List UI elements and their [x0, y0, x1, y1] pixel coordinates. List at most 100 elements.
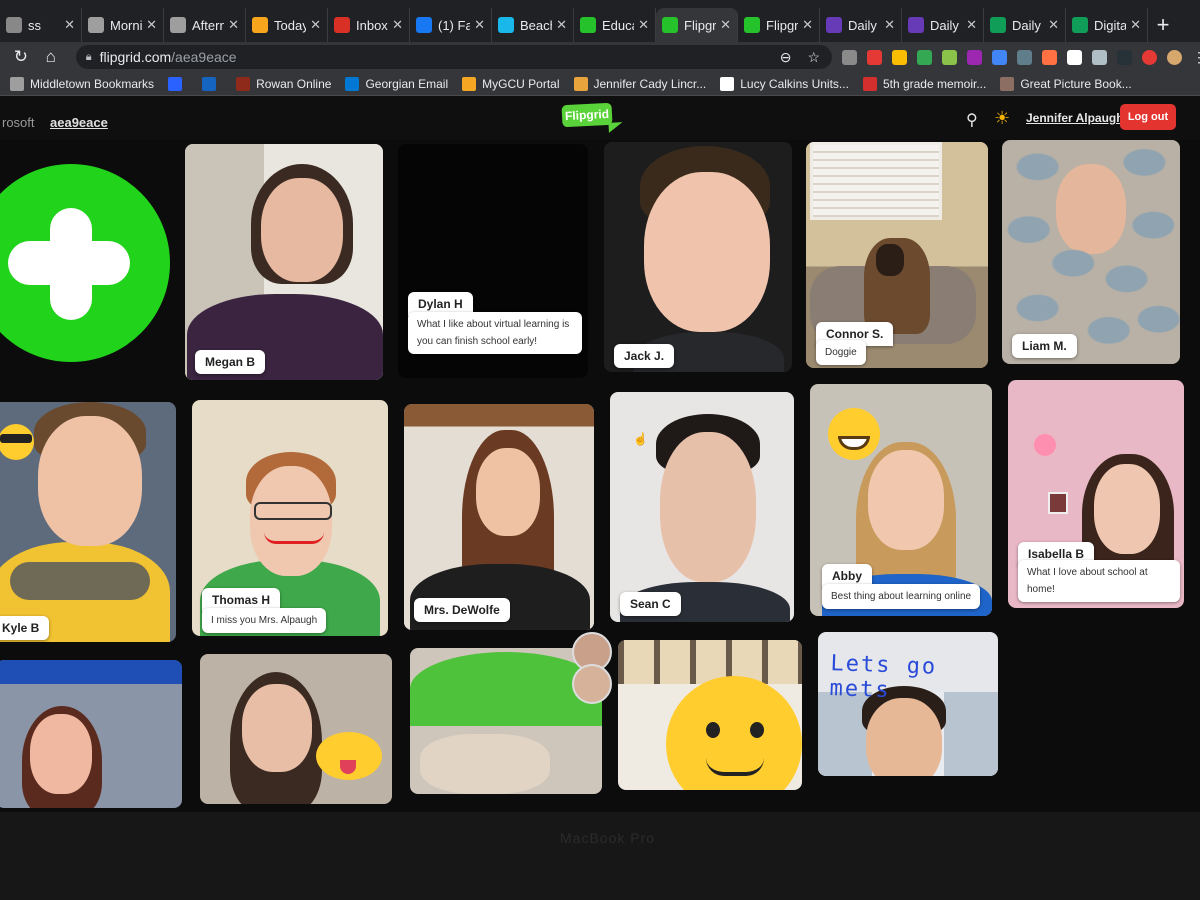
logout-button[interactable]: Log out: [1120, 104, 1176, 130]
bookmark-icon: [573, 76, 588, 91]
tab-title: Flipgr: [684, 17, 717, 33]
extension-icon[interactable]: [1092, 49, 1108, 65]
flipgrid-logo[interactable]: Flipgrid: [561, 102, 613, 128]
video-tile-thomas[interactable]: Thomas H I miss you Mrs. Alpaugh: [192, 400, 388, 636]
extension-icon[interactable]: [967, 49, 983, 65]
theme-sun-icon[interactable]: ☀: [994, 108, 1010, 129]
bookmark-icon: [862, 76, 877, 91]
tab-close-icon[interactable]: ✕: [884, 17, 895, 33]
bookmark-item[interactable]: 5th grade memoir...: [862, 76, 986, 91]
bookmark-item[interactable]: Great Picture Book...: [1000, 76, 1132, 91]
video-tile-megan[interactable]: Megan B: [185, 144, 383, 380]
video-tile-kyle[interactable]: Kyle B: [0, 402, 176, 642]
bookmark-star-icon[interactable]: ☆: [807, 49, 820, 66]
tab-close-icon[interactable]: ✕: [638, 17, 649, 33]
extension-icon[interactable]: [1017, 49, 1033, 65]
tab-close-icon[interactable]: ✕: [720, 17, 731, 33]
grid-code-link[interactable]: aea9eace: [50, 115, 108, 130]
video-tile-row3-5[interactable]: Lets go mets: [818, 632, 998, 776]
tab-close-icon[interactable]: ✕: [802, 17, 813, 33]
breadcrumb[interactable]: rosoft: [2, 115, 35, 130]
reload-icon[interactable]: ↻: [6, 47, 36, 67]
extension-icon[interactable]: [1117, 49, 1133, 65]
plus-icon-bar: [8, 241, 130, 285]
tab-close-icon[interactable]: ✕: [1130, 17, 1141, 33]
name-tag: Megan B: [195, 350, 266, 374]
browser-tab[interactable]: Flipgr ✕: [656, 8, 738, 42]
browser-tab[interactable]: Aftern ✕: [164, 8, 246, 42]
bookmark-label: Rowan Online: [256, 76, 332, 91]
video-tile-dylan[interactable]: Dylan H What I like about virtual learni…: [398, 144, 588, 378]
caption: What I love about school at home!: [1018, 560, 1180, 602]
user-name-link[interactable]: Jennifer Alpaugh: [1026, 111, 1124, 125]
browser-tab[interactable]: ss ✕: [0, 8, 82, 42]
video-tile-row3-2[interactable]: [200, 654, 392, 804]
browser-tab[interactable]: (1) Fa ✕: [410, 8, 492, 42]
tab-close-icon[interactable]: ✕: [966, 17, 977, 33]
new-tab-button[interactable]: +: [1148, 8, 1178, 42]
tab-close-icon[interactable]: ✕: [556, 17, 567, 33]
video-tile-row3-4[interactable]: [618, 640, 802, 790]
bookmark-item[interactable]: Georgian Email: [345, 76, 448, 91]
caption: Best thing about learning online: [822, 584, 981, 609]
grinning-emoji-icon: [828, 408, 880, 460]
search-icon[interactable]: ⚲: [966, 110, 978, 130]
menu-icon[interactable]: ⋮: [1192, 50, 1200, 65]
extension-icon[interactable]: [992, 49, 1008, 65]
video-tile-dewolfe[interactable]: Mrs. DeWolfe: [404, 404, 594, 630]
extension-icon[interactable]: [942, 49, 958, 65]
bookmark-item[interactable]: Jennifer Cady Lincr...: [573, 76, 707, 91]
drive-icon[interactable]: [892, 49, 908, 65]
video-tile-row3-3[interactable]: [410, 648, 602, 794]
bookmark-item[interactable]: Lucy Calkins Units...: [720, 76, 849, 91]
video-tile-liam[interactable]: Liam M.: [1002, 140, 1180, 364]
browser-tab[interactable]: Inbox ✕: [328, 8, 410, 42]
video-tile-connor[interactable]: Connor S. Doggie: [806, 142, 988, 368]
browser-tab[interactable]: Daily ✕: [820, 8, 902, 42]
tab-close-icon[interactable]: ✕: [64, 17, 75, 33]
browser-tab[interactable]: Today ✕: [246, 8, 328, 42]
tab-close-icon[interactable]: ✕: [474, 17, 485, 33]
extension-icon[interactable]: [842, 49, 858, 65]
browser-tab[interactable]: Flipgr ✕: [738, 8, 820, 42]
bookmark-label: Middletown Bookmarks: [30, 76, 155, 91]
bookmark-item[interactable]: Rowan Online: [236, 76, 332, 91]
bookmark-item[interactable]: [168, 76, 188, 91]
person-face: [30, 714, 92, 794]
home-icon[interactable]: ⌂: [36, 47, 66, 67]
profile-avatar-icon[interactable]: [1167, 49, 1183, 65]
browser-tab[interactable]: Beach ✕: [492, 8, 574, 42]
tab-title: Daily: [930, 17, 959, 33]
tab-title: Morni: [110, 17, 143, 33]
extension-icon[interactable]: [1042, 49, 1058, 65]
browser-tab[interactable]: Daily ✕: [902, 8, 984, 42]
address-bar[interactable]: 🔒︎ flipgrid.com/aea9eace ⊖ ☆: [75, 45, 833, 69]
bookmark-item[interactable]: MyGCU Portal: [462, 76, 560, 91]
bookmark-item[interactable]: Middletown Bookmarks: [10, 76, 155, 91]
extension-icon[interactable]: [1142, 49, 1158, 65]
extension-icon[interactable]: [867, 49, 883, 65]
tab-title: Beach: [520, 17, 552, 33]
extension-icon[interactable]: [917, 49, 933, 65]
tab-close-icon[interactable]: ✕: [310, 17, 321, 33]
elephant-stickers: [1002, 140, 1180, 364]
bookmark-label: Jennifer Cady Lincr...: [593, 76, 707, 91]
video-tile-row3-1[interactable]: [0, 660, 182, 808]
zoom-icon[interactable]: ⊖: [780, 49, 792, 66]
video-tile-sean[interactable]: Sean C: [610, 392, 794, 622]
browser-tab[interactable]: Digita ✕: [1066, 8, 1148, 42]
reply-avatar[interactable]: [572, 664, 612, 704]
tab-close-icon[interactable]: ✕: [146, 17, 157, 33]
browser-tab[interactable]: Morni ✕: [82, 8, 164, 42]
browser-tab[interactable]: Educa ✕: [574, 8, 656, 42]
tab-close-icon[interactable]: ✕: [1048, 17, 1059, 33]
tab-close-icon[interactable]: ✕: [228, 17, 239, 33]
extension-icon[interactable]: [1067, 49, 1083, 65]
tab-close-icon[interactable]: ✕: [392, 17, 403, 33]
video-tile-jack[interactable]: Jack J.: [604, 142, 792, 372]
tab-title: Aftern: [192, 17, 225, 33]
browser-tab[interactable]: Daily ✕: [984, 8, 1066, 42]
video-tile-abby[interactable]: Abby Best thing about learning online: [810, 384, 992, 616]
bookmark-item[interactable]: [202, 76, 222, 91]
video-tile-isabella[interactable]: Isabella B What I love about school at h…: [1008, 380, 1184, 608]
